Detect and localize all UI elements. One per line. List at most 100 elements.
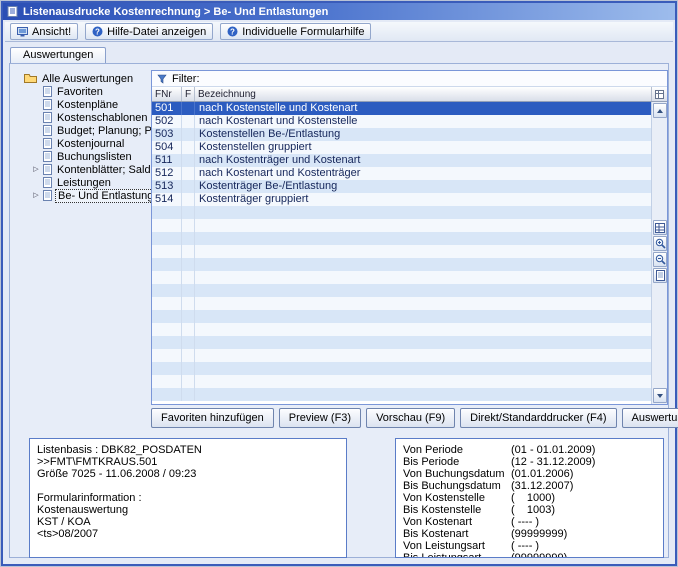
cell-fnr <box>152 362 182 375</box>
report-icon <box>7 6 18 17</box>
table-row[interactable]: 501nach Kostenstelle und Kostenart <box>152 102 652 115</box>
parameter-label: Bis Kostenstelle <box>403 504 511 516</box>
table-row[interactable]: 512nach Kostenart und Kostenträger <box>152 167 652 180</box>
column-header-fnr[interactable]: FNr <box>152 87 182 101</box>
button-preview-f3[interactable]: Preview (F3) <box>279 408 361 428</box>
table-empty-row <box>152 258 652 271</box>
help-icon: ? <box>227 26 238 37</box>
table-empty-row <box>152 284 652 297</box>
cell-bezeichnung: nach Kostenart und Kostenstelle <box>195 115 652 128</box>
table-empty-row <box>152 362 652 375</box>
table-empty-row <box>152 297 652 310</box>
cell-f <box>182 128 195 141</box>
tree-item-kontenbl-tter-saldenlisten[interactable]: ▷Kontenblätter; Saldenlisten <box>32 163 152 176</box>
button-direkt-standarddrucker-f4[interactable]: Direkt/Standarddrucker (F4) <box>460 408 616 428</box>
tree-item-leistungen[interactable]: Leistungen <box>32 176 152 189</box>
cell-bezeichnung <box>195 388 652 401</box>
grid-button[interactable] <box>653 220 667 235</box>
cell-f <box>182 336 195 349</box>
toolbar-button-label: Hilfe-Datei anzeigen <box>107 26 206 38</box>
tree-item-label: Kostenschablonen <box>55 112 150 124</box>
tree-item-buchungslisten[interactable]: Buchungslisten <box>32 150 152 163</box>
tree-item-favoriten[interactable]: Favoriten <box>32 85 152 98</box>
column-header-label: FNr <box>155 89 172 100</box>
zoom-in-button[interactable] <box>653 236 667 251</box>
tree-item-label: Leistungen <box>55 177 113 189</box>
tree-item-kostenjournal[interactable]: Kostenjournal <box>32 137 152 150</box>
tab-auswertungen[interactable]: Auswertungen <box>10 47 106 63</box>
grid-body: 501nach Kostenstelle und Kostenart502 nac… <box>152 102 652 404</box>
document-icon <box>43 151 52 162</box>
tree-item-label: Buchungslisten <box>55 151 134 163</box>
cell-fnr <box>152 206 182 219</box>
table-empty-row <box>152 310 652 323</box>
table-row[interactable]: 504Kostenstellen gruppiert <box>152 141 652 154</box>
toolbar-button-hilfe-datei-anzeigen[interactable]: ? Hilfe-Datei anzeigen <box>85 23 213 40</box>
tree-item-budget-planung-prognose[interactable]: Budget; Planung; Prognose <box>32 124 152 137</box>
info-line: KST / KOA <box>37 516 339 528</box>
info-line: Kostenauswertung <box>37 504 339 516</box>
cell-bezeichnung <box>195 232 652 245</box>
table-row[interactable]: 511nach Kostenträger und Kostenart <box>152 154 652 167</box>
table-row[interactable]: 514Kostenträger gruppiert <box>152 193 652 206</box>
tree-item-label: Alle Auswertungen <box>40 73 135 85</box>
toolbar-button-individuelle-formularhilfe[interactable]: ? Individuelle Formularhilfe <box>220 23 371 40</box>
toolbar-button-label: Individuelle Formularhilfe <box>242 26 364 38</box>
view-icon <box>17 26 28 37</box>
toolbar-button-ansicht[interactable]: Ansicht! <box>10 23 78 40</box>
table-row[interactable]: 503Kostenstellen Be-/Entlastung <box>152 128 652 141</box>
scroll-up-button[interactable] <box>653 103 667 118</box>
tree-item-label: Kostenjournal <box>55 138 126 150</box>
title-bar: Listenausdrucke Kostenrechnung > Be- Und… <box>3 3 675 20</box>
expand-arrow-icon[interactable]: ▷ <box>32 166 40 174</box>
column-header-label: Bezeichnung <box>198 89 256 100</box>
parameter-row: Bis Periode(12 - 31.12.2009) <box>403 456 656 468</box>
tree-item-label: Kostenpläne <box>55 99 120 111</box>
grid-header: FNr F Bezeichnung <box>152 87 667 102</box>
parameter-row: Von Leistungsart( ---- ) <box>403 540 656 552</box>
button-auswertung-drucken[interactable]: Auswertung drucken <box>622 408 678 428</box>
cell-fnr <box>152 297 182 310</box>
table-row[interactable]: 513Kostenträger Be-/Entlastung <box>152 180 652 193</box>
tree-item-kostenschablonen[interactable]: Kostenschablonen <box>32 111 152 124</box>
document-icon <box>43 86 52 97</box>
table-row[interactable]: 502 nach Kostenart und Kostenstelle <box>152 115 652 128</box>
cell-bezeichnung <box>195 362 652 375</box>
tree-item-kostenpl-ne[interactable]: Kostenpläne <box>32 98 152 111</box>
svg-text:?: ? <box>95 27 100 36</box>
cell-f <box>182 245 195 258</box>
column-header-f[interactable]: F <box>182 87 195 101</box>
page-button[interactable] <box>653 268 667 283</box>
cell-fnr: 504 <box>152 141 182 154</box>
parameter-value: ( 1003) <box>511 504 555 516</box>
tree-item-alle-auswertungen[interactable]: Alle Auswertungen <box>24 72 152 85</box>
cell-f <box>182 297 195 310</box>
expand-arrow-icon[interactable]: ▷ <box>32 192 40 200</box>
cell-fnr: 502 <box>152 115 182 128</box>
table-empty-row <box>152 219 652 232</box>
button-label: Favoriten hinzufügen <box>161 412 264 424</box>
scroll-down-button[interactable] <box>653 388 667 403</box>
cell-fnr <box>152 310 182 323</box>
column-header-bezeichnung[interactable]: Bezeichnung <box>195 87 652 101</box>
parameter-value: ( ---- ) <box>511 516 539 528</box>
column-options-button[interactable] <box>652 87 667 101</box>
zoom-out-button[interactable] <box>653 252 667 267</box>
tree-item-be-und-entlastungen[interactable]: ▷Be- Und Entlastungen <box>32 189 152 202</box>
cell-fnr <box>152 336 182 349</box>
table-empty-row <box>152 323 652 336</box>
button-label: Auswertung drucken <box>632 412 678 424</box>
cell-f <box>182 284 195 297</box>
parameter-value: (31.12.2007) <box>511 480 573 492</box>
cell-fnr <box>152 258 182 271</box>
button-label: Preview (F3) <box>289 412 351 424</box>
cell-fnr <box>152 284 182 297</box>
cell-fnr <box>152 349 182 362</box>
button-vorschau-f9[interactable]: Vorschau (F9) <box>366 408 455 428</box>
button-favoriten-hinzuf-gen[interactable]: Favoriten hinzufügen <box>151 408 274 428</box>
parameter-label: Von Kostenart <box>403 516 511 528</box>
cell-bezeichnung <box>195 375 652 388</box>
toolbar-button-label: Ansicht! <box>32 26 71 38</box>
info-line <box>37 480 339 492</box>
vertical-scrollbar[interactable] <box>651 102 667 404</box>
